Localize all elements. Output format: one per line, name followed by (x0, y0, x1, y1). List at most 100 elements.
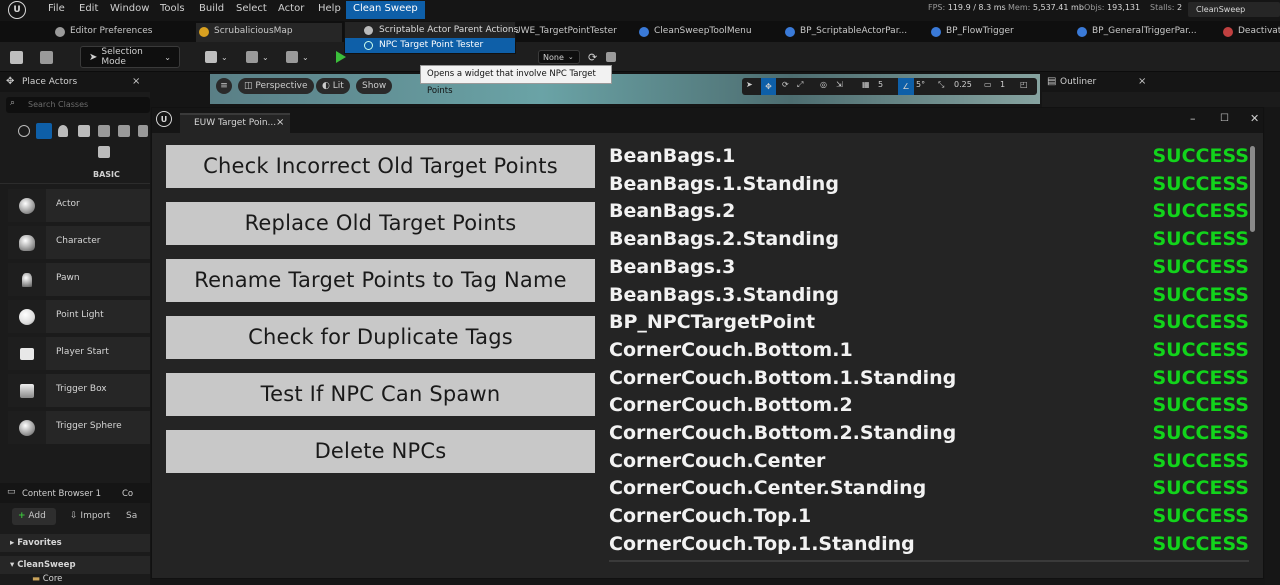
favorites-section[interactable]: ▸ Favorites (10, 538, 62, 548)
maximize-viewport-icon[interactable]: ◰ (1020, 80, 1028, 89)
settings-icon[interactable] (606, 47, 616, 67)
tab-bp-flow-trigger[interactable]: BP_FlowTrigger (928, 23, 1058, 42)
minimize-icon[interactable]: – (1190, 112, 1196, 125)
scale-value[interactable]: 0.25 (954, 80, 972, 89)
menu-build[interactable]: Build (199, 3, 224, 14)
menu-tools[interactable]: Tools (160, 3, 185, 14)
all-classes-icon[interactable] (98, 146, 110, 158)
actor-item-actor[interactable]: Actor (8, 189, 150, 222)
scale-icon[interactable]: ⤢ (797, 80, 803, 90)
hamburger-icon[interactable]: ≡ (216, 78, 232, 94)
save-icon[interactable] (10, 47, 23, 67)
import-button[interactable]: ⇩ Import (70, 511, 110, 521)
result-status: SUCCESS (1152, 228, 1250, 251)
menu-actor[interactable]: Actor (278, 3, 304, 14)
tab-bp-general-trigger-par[interactable]: BP_GeneralTriggerPar... (1074, 23, 1214, 42)
show-button[interactable]: Show (356, 78, 393, 94)
menu-select[interactable]: Select (236, 3, 267, 14)
result-status: SUCCESS (1152, 422, 1250, 444)
tab-euw-target-point[interactable]: EUW Target Poin... × (180, 113, 290, 133)
menu-clean-sweep[interactable]: Clean Sweep (346, 1, 425, 19)
actor-item-pawn[interactable]: Pawn (8, 263, 150, 296)
check-duplicate-tags-button[interactable]: Check for Duplicate Tags (166, 316, 595, 359)
content-browser-tab-2[interactable]: Co (122, 489, 133, 499)
replace-old-target-points-button[interactable]: Replace Old Target Points (166, 202, 595, 245)
result-name: BeanBags.2.Standing (609, 228, 839, 251)
check-incorrect-old-target-points-button[interactable]: Check Incorrect Old Target Points (166, 145, 595, 188)
place-actors-panel: ✥ Place Actors × ⌕ Search Classes BASIC … (0, 73, 150, 483)
add-actor-icon[interactable]: ⌄ (205, 47, 228, 67)
menu-item-scriptable-actor-parent-actions[interactable]: Scriptable Actor Parent Actions (345, 23, 518, 38)
menu-item-npc-target-point-tester[interactable]: NPC Target Point Tester (345, 38, 515, 53)
rotate-icon[interactable]: ⟳ (782, 80, 789, 89)
content-icon[interactable] (40, 47, 53, 67)
tab-clean-sweep-tool-menu[interactable]: CleanSweepToolMenu (636, 23, 776, 42)
tab-scrubalicious-map[interactable]: ScrubaliciousMap (196, 23, 342, 42)
close-icon[interactable]: × (132, 76, 140, 87)
close-window-icon[interactable]: ✕ (1250, 112, 1259, 125)
actor-item-point-light[interactable]: Point Light (8, 300, 150, 333)
unreal-logo-icon[interactable]: U (8, 1, 26, 19)
actor-item-character[interactable]: Character (8, 226, 150, 259)
clean-sweep-root[interactable]: ▾ CleanSweep (10, 560, 76, 570)
blueprints-icon[interactable]: ⌄ (246, 47, 269, 67)
visual-effects-icon[interactable] (98, 125, 110, 137)
menu-window[interactable]: Window (110, 3, 149, 14)
actor-item-player-start[interactable]: Player Start (8, 337, 150, 370)
core-folder[interactable]: ▬ Core (32, 574, 62, 584)
select-cursor-icon[interactable]: ➤ (746, 80, 753, 89)
camera-speed-icon[interactable]: ▭ (984, 80, 992, 89)
window-title-bar[interactable]: U EUW Target Poin... × – ☐ ✕ (152, 108, 1263, 133)
content-browser-tab[interactable]: Content Browser 1 (22, 489, 101, 499)
basic-category-icon[interactable] (36, 123, 52, 139)
search-classes-input[interactable]: ⌕ Search Classes (6, 97, 150, 113)
results-scrollbar[interactable] (1250, 146, 1255, 232)
results-bottom-divider (609, 560, 1249, 562)
tab-bp-scriptable-actor-par[interactable]: BP_ScriptableActorPar... (782, 23, 922, 42)
tab-editor-preferences[interactable]: Editor Preferences (52, 23, 192, 42)
save-all-button[interactable]: Sa (126, 511, 137, 521)
scale-snap-icon[interactable]: ⤡ (938, 80, 944, 90)
rename-target-points-button[interactable]: Rename Target Points to Tag Name (166, 259, 595, 302)
result-status: SUCCESS (1152, 532, 1250, 555)
lit-button[interactable]: ◐ Lit (316, 78, 350, 94)
none-dropdown[interactable]: None ⌄ (538, 50, 580, 64)
menu-help[interactable]: Help (318, 3, 341, 14)
selection-mode-dropdown[interactable]: ➤ Selection Mode ⌄ (80, 46, 180, 68)
refresh-icon[interactable]: ⟳ (588, 47, 597, 67)
grid-snap-icon[interactable]: ▦ (862, 80, 870, 89)
blueprint-icon (1077, 27, 1087, 37)
result-row: CornerCouch.Top.1.Standing SUCCESS (609, 533, 1249, 560)
menu-file[interactable]: File (48, 3, 65, 14)
perspective-button[interactable]: ◫ Perspective (238, 78, 314, 94)
grid-value[interactable]: 5 (878, 80, 883, 89)
volumes-icon[interactable] (138, 125, 148, 137)
blueprint-icon (785, 27, 795, 37)
cinematics-icon[interactable]: ⌄ (286, 47, 309, 67)
angle-value[interactable]: 5° (916, 80, 925, 89)
close-icon[interactable]: × (1138, 76, 1146, 87)
result-row: BeanBags.3 SUCCESS (609, 256, 1249, 283)
add-button[interactable]: + Add (12, 508, 56, 525)
maximize-icon[interactable]: ☐ (1220, 113, 1229, 124)
menu-edit[interactable]: Edit (79, 3, 98, 14)
recent-icon[interactable] (18, 125, 30, 137)
delete-npcs-button[interactable]: Delete NPCs (166, 430, 595, 473)
translate-icon[interactable]: ✥ (761, 78, 776, 95)
result-status: SUCCESS (1152, 145, 1250, 167)
close-tab-icon[interactable]: × (276, 115, 284, 131)
tab-deactivate[interactable]: Deactivate (1220, 23, 1280, 42)
shapes-icon[interactable] (78, 125, 90, 137)
world-icon[interactable]: ◎ (820, 80, 827, 89)
camera-speed-value[interactable]: 1 (1000, 80, 1005, 89)
result-row: CornerCouch.Bottom.1 SUCCESS (609, 339, 1249, 366)
test-npc-spawn-button[interactable]: Test If NPC Can Spawn (166, 373, 595, 416)
actor-item-trigger-sphere[interactable]: Trigger Sphere (8, 411, 150, 444)
cinematic-icon[interactable] (118, 125, 130, 137)
lights-icon[interactable] (58, 125, 68, 137)
surface-snap-icon[interactable]: ⇲ (836, 80, 843, 89)
results-list[interactable]: BeanBags.1 SUCCESS BeanBags.1.Standing SUCC… (609, 145, 1249, 560)
angle-snap-icon[interactable]: ∠ (898, 78, 914, 95)
actor-item-trigger-box[interactable]: Trigger Box (8, 374, 150, 407)
search-icon: ⌕ (10, 98, 16, 108)
